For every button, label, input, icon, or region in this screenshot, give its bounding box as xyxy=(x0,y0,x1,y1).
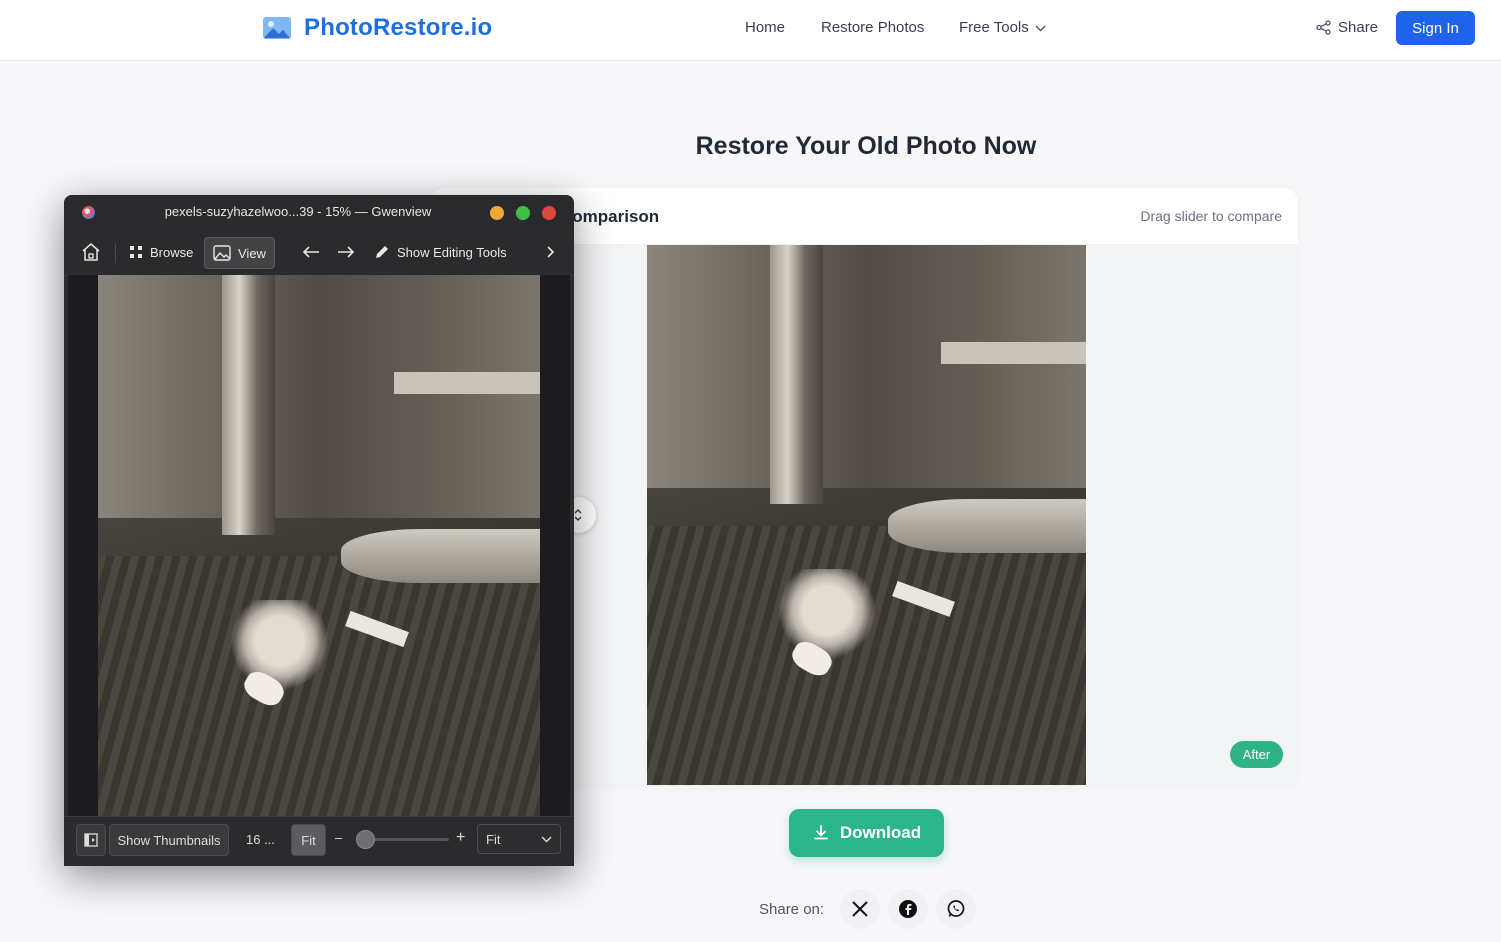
chevron-up-down-icon xyxy=(574,509,582,521)
viewer-photo xyxy=(98,275,540,816)
home-icon xyxy=(82,243,100,261)
zoom-out-button[interactable]: – xyxy=(335,830,342,845)
whatsapp-icon xyxy=(947,900,965,917)
browse-button[interactable]: Browse xyxy=(129,237,193,267)
chevron-down-icon xyxy=(1035,25,1046,32)
page-title: Restore Your Old Photo Now xyxy=(695,132,1037,160)
show-editing-tools-label: Show Editing Tools xyxy=(397,244,507,260)
next-button[interactable] xyxy=(337,237,355,267)
gwenview-toolbar: Browse View Show Editing Tools xyxy=(64,229,574,276)
header-share-label: Share xyxy=(1338,19,1379,36)
show-thumbnails-button[interactable]: Show Thumbnails xyxy=(109,824,229,856)
gwenview-window[interactable]: pexels-suzyhazelwoo...39 - 15% — Gwenvie… xyxy=(64,195,574,866)
home-button[interactable] xyxy=(80,237,102,267)
nav-home[interactable]: Home xyxy=(745,19,785,36)
share-on-label: Share on: xyxy=(759,900,825,918)
pencil-icon xyxy=(376,246,388,258)
share-row: Share on: xyxy=(759,888,984,930)
share-icon xyxy=(1316,20,1331,35)
download-button[interactable]: Download xyxy=(789,809,944,857)
view-label: View xyxy=(238,245,266,261)
share-facebook-button[interactable] xyxy=(888,889,929,929)
window-title: pexels-suzyhazelwoo...39 - 15% — Gwenvie… xyxy=(164,204,432,219)
minimize-button[interactable] xyxy=(490,206,504,220)
logo-text: PhotoRestore.io xyxy=(304,14,493,41)
zoom-select[interactable]: Fit xyxy=(477,824,561,854)
nav-free-tools-label: Free Tools xyxy=(959,19,1029,36)
after-badge: After xyxy=(1230,741,1283,768)
sidebar-toggle-button[interactable] xyxy=(76,824,106,856)
toolbar-separator xyxy=(115,243,116,263)
comparison-title: Comparison xyxy=(560,207,660,226)
zoom-in-button[interactable]: + xyxy=(456,829,465,847)
image-logo-icon xyxy=(263,17,291,39)
share-x-button[interactable] xyxy=(840,889,881,929)
image-icon xyxy=(213,245,231,261)
facebook-icon xyxy=(899,900,918,918)
arrow-right-icon xyxy=(338,246,355,258)
show-editing-tools-button[interactable]: Show Editing Tools xyxy=(374,237,507,267)
restored-photo xyxy=(647,245,1086,785)
toolbar-overflow-button[interactable] xyxy=(546,237,555,267)
share-whatsapp-button[interactable] xyxy=(936,889,977,929)
fit-button[interactable]: Fit xyxy=(291,824,326,856)
zoom-select-value: Fit xyxy=(486,831,501,847)
gwenview-titlebar[interactable]: pexels-suzyhazelwoo...39 - 15% — Gwenvie… xyxy=(64,195,574,229)
gwenview-statusbar: Show Thumbnails 16 ... Fit – + Fit xyxy=(64,816,574,866)
download-label: Download xyxy=(839,823,922,842)
chevron-right-icon xyxy=(547,246,555,258)
zoom-slider-handle[interactable] xyxy=(356,830,375,849)
site-logo[interactable]: PhotoRestore.io xyxy=(262,14,492,42)
close-button[interactable] xyxy=(542,206,556,220)
site-header: PhotoRestore.io Home Restore Photos Free… xyxy=(0,0,1501,61)
image-count: 16 ... xyxy=(246,832,275,847)
header-share-button[interactable]: Share xyxy=(1316,19,1378,36)
nav-restore-photos[interactable]: Restore Photos xyxy=(821,19,924,36)
arrow-left-icon xyxy=(302,246,319,258)
view-button[interactable]: View xyxy=(204,237,275,269)
previous-button[interactable] xyxy=(302,237,320,267)
comparison-hint: Drag slider to compare xyxy=(1140,208,1282,224)
x-icon xyxy=(852,901,868,917)
sidebar-icon xyxy=(84,833,98,847)
chevron-down-icon xyxy=(541,836,552,842)
browse-label: Browse xyxy=(150,244,194,260)
sign-in-button[interactable]: Sign In xyxy=(1396,11,1475,45)
download-icon xyxy=(813,825,828,840)
nav-free-tools[interactable]: Free Tools xyxy=(959,19,1046,36)
maximize-button[interactable] xyxy=(516,206,530,220)
image-viewport[interactable] xyxy=(68,275,570,816)
grid-icon xyxy=(130,246,142,258)
